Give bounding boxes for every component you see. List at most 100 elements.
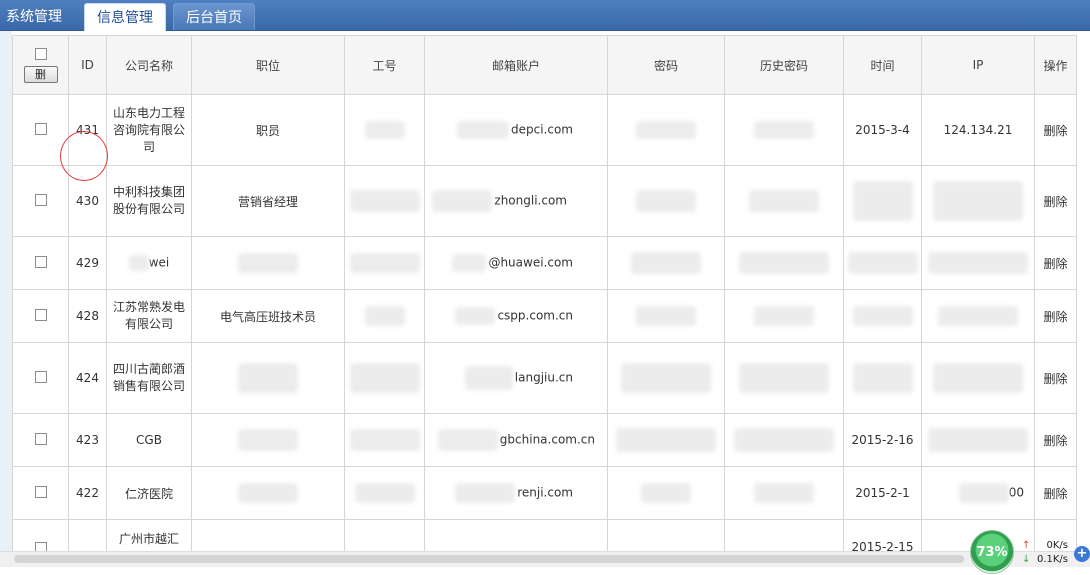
row-employee-no xyxy=(344,342,425,414)
row-email: depci.com xyxy=(424,94,608,166)
tab-info-management[interactable]: 信息管理 xyxy=(84,3,166,31)
table-row: 430 中利科技集团股份有限公司 营销省经理 zhongli.com 删除 xyxy=(12,165,1077,237)
row-position xyxy=(191,236,345,290)
table-row: 429 wei @huawei.com 删除 xyxy=(12,236,1077,290)
redacted-block xyxy=(349,190,420,212)
redacted-block xyxy=(354,483,415,503)
redacted-block xyxy=(432,190,493,212)
row-id xyxy=(68,519,107,551)
memory-usage-ring[interactable]: 73% xyxy=(970,530,1014,574)
row-checkbox[interactable] xyxy=(34,370,47,383)
row-position: 电气高压班技术员 xyxy=(191,289,345,343)
row-checkbox[interactable] xyxy=(34,542,47,551)
header-employee-no: 工号 xyxy=(344,35,425,95)
row-ip xyxy=(921,165,1035,237)
row-select-cell xyxy=(12,289,69,343)
row-id: 423 xyxy=(68,413,107,467)
row-password xyxy=(607,519,725,551)
header-action: 操作 xyxy=(1034,35,1077,95)
redacted-block xyxy=(455,307,496,325)
header-company: 公司名称 xyxy=(106,35,192,95)
redacted-block xyxy=(128,255,149,271)
redacted-block xyxy=(739,363,829,393)
redacted-block xyxy=(464,366,513,390)
row-employee-no xyxy=(344,236,425,290)
row-select-cell xyxy=(12,519,69,551)
row-ip xyxy=(921,342,1035,414)
row-checkbox[interactable] xyxy=(34,432,47,445)
row-delete-link[interactable]: 删除 xyxy=(1034,413,1077,467)
row-position xyxy=(191,342,345,414)
row-checkbox[interactable] xyxy=(34,485,47,498)
redacted-block xyxy=(754,483,814,503)
redacted-block xyxy=(636,190,696,212)
redacted-block xyxy=(636,306,696,326)
bulk-delete-button[interactable]: 删 xyxy=(23,65,58,83)
row-employee-no xyxy=(344,413,425,467)
row-password-history xyxy=(724,289,844,343)
row-email: cspp.com.cn xyxy=(424,289,608,343)
row-delete-link[interactable]: 删除 xyxy=(1034,236,1077,290)
redacted-block xyxy=(238,429,298,451)
tab-admin-home[interactable]: 后台首页 xyxy=(173,3,255,30)
frame-left-edge xyxy=(0,31,12,551)
row-password-history xyxy=(724,519,844,551)
header-id: ID xyxy=(68,35,107,95)
redacted-block xyxy=(933,363,1023,393)
table-row: 423 CGB gbchina.com.cn 2015-2-16 删除 xyxy=(12,413,1077,467)
row-checkbox[interactable] xyxy=(34,308,47,321)
plus-icon[interactable]: + xyxy=(1074,546,1090,562)
header-position: 职位 xyxy=(191,35,345,95)
row-password xyxy=(607,165,725,237)
row-delete-link[interactable]: 删除 xyxy=(1034,342,1077,414)
redacted-block xyxy=(734,428,834,452)
redacted-block xyxy=(238,483,298,503)
row-select-cell xyxy=(12,236,69,290)
row-select-cell xyxy=(12,165,69,237)
row-ip xyxy=(921,236,1035,290)
row-password-history xyxy=(724,94,844,166)
row-email: zhongli.com xyxy=(424,165,608,237)
row-password xyxy=(607,342,725,414)
row-company: 四川古蔺郎酒销售有限公司 xyxy=(106,342,192,414)
scrollbar-thumb[interactable] xyxy=(14,555,964,563)
redacted-block xyxy=(852,306,913,326)
row-id: 430 xyxy=(68,165,107,237)
redacted-block xyxy=(349,363,420,393)
select-all-checkbox[interactable] xyxy=(34,47,47,60)
row-position: 职员 xyxy=(191,94,345,166)
row-password xyxy=(607,94,725,166)
row-delete-link[interactable]: 删除 xyxy=(1034,94,1077,166)
row-delete-link[interactable]: 删除 xyxy=(1034,289,1077,343)
row-checkbox[interactable] xyxy=(34,255,47,268)
row-ip xyxy=(921,413,1035,467)
row-delete-link[interactable]: 删除 xyxy=(1034,165,1077,237)
row-employee-no xyxy=(344,94,425,166)
redacted-block xyxy=(364,121,405,139)
row-id: 431 xyxy=(68,94,107,166)
row-company: 仁济医院 xyxy=(106,466,192,520)
row-delete-link[interactable]: 删除 xyxy=(1034,466,1077,520)
row-password-history xyxy=(724,236,844,290)
horizontal-scrollbar[interactable] xyxy=(0,551,1090,567)
row-password xyxy=(607,413,725,467)
header-password: 密码 xyxy=(607,35,725,95)
redacted-block xyxy=(928,252,1028,274)
row-employee-no xyxy=(344,466,425,520)
tab-system-management[interactable]: 系统管理 xyxy=(0,3,68,30)
row-checkbox[interactable] xyxy=(34,122,47,135)
header-time: 时间 xyxy=(843,35,922,95)
network-speed-widget: 73% ↑ 0K/s ↓ 0.1K/s + xyxy=(970,530,1090,574)
row-email: gbchina.com.cn xyxy=(424,413,608,467)
row-email xyxy=(424,519,608,551)
row-checkbox[interactable] xyxy=(34,193,47,206)
row-employee-no xyxy=(344,519,425,551)
row-company: wei xyxy=(106,236,192,290)
row-time: 2015-2-1 xyxy=(843,466,922,520)
row-position xyxy=(191,466,345,520)
row-password xyxy=(607,289,725,343)
redacted-block xyxy=(631,252,701,274)
row-email: renji.com xyxy=(424,466,608,520)
header-select: 删 xyxy=(12,35,69,95)
row-id: 422 xyxy=(68,466,107,520)
